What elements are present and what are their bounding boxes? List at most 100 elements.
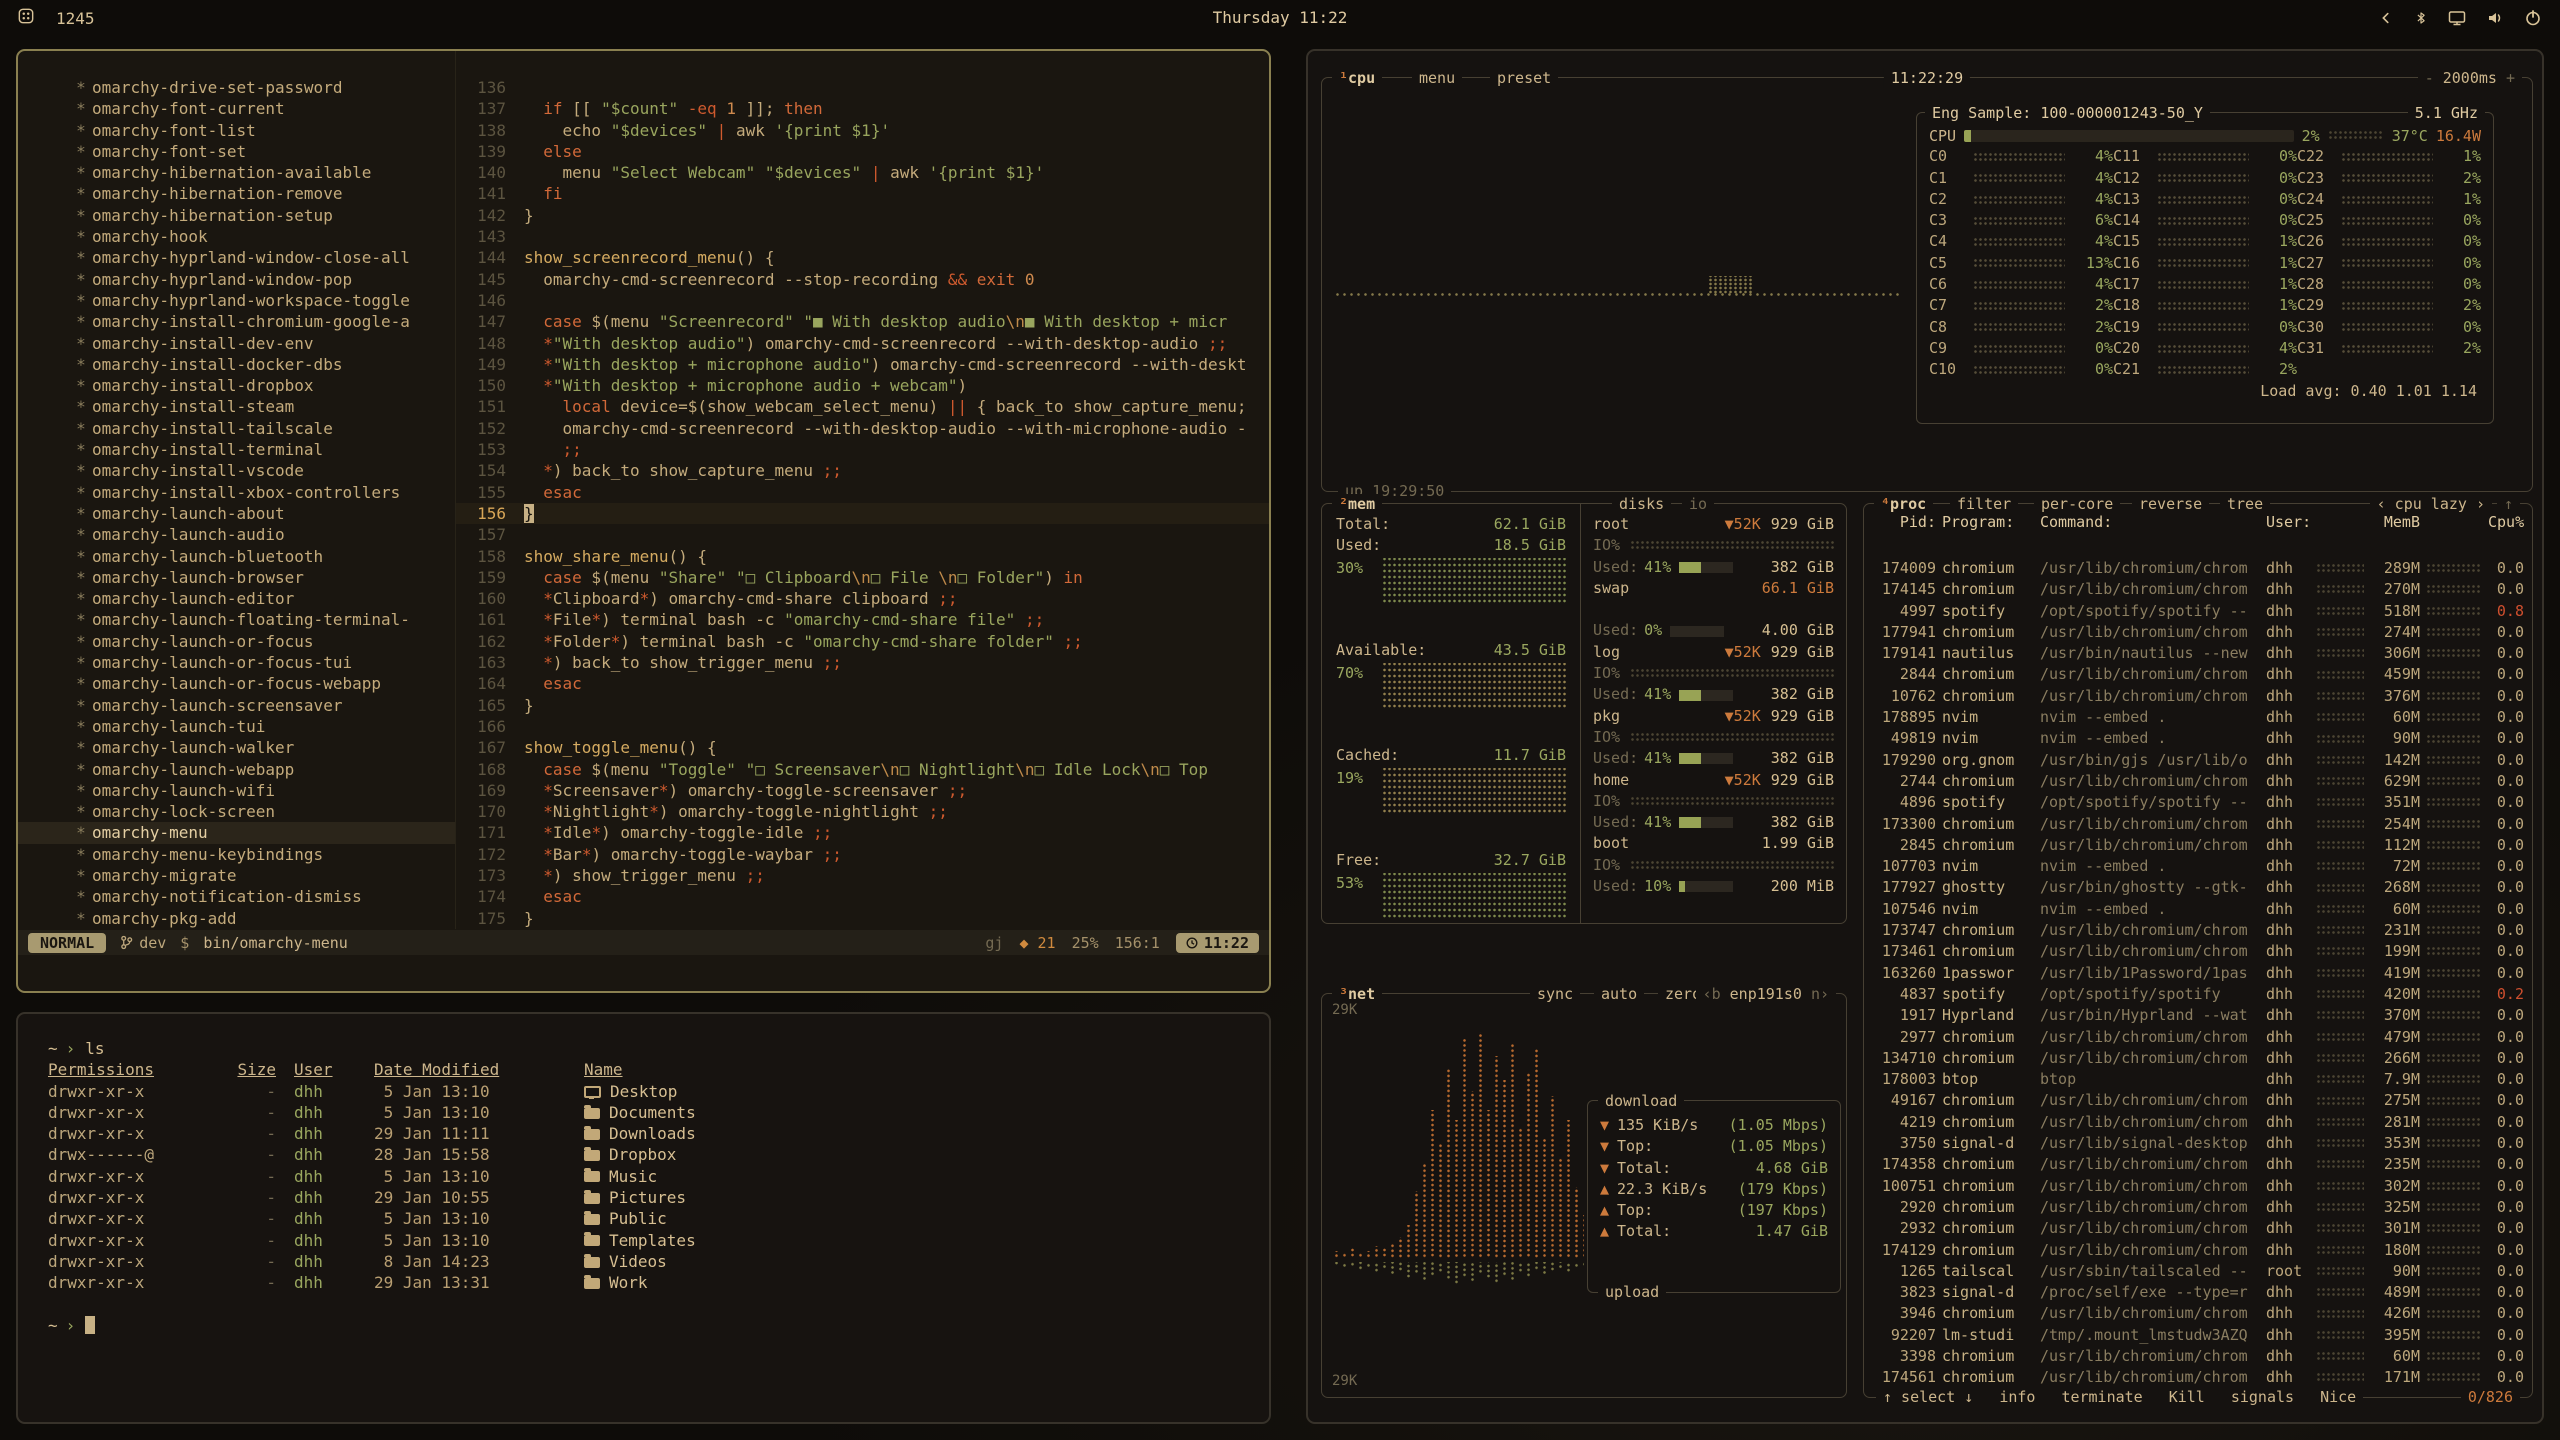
process-row[interactable]: 174145 chromium /usr/lib/chromium/chrom … bbox=[1864, 579, 2532, 600]
interface-switcher[interactable]: ‹b enp191s0 n› bbox=[1696, 984, 1836, 1004]
process-row[interactable]: 178003 btop btop dhh 7.9M 0.0 bbox=[1864, 1069, 2532, 1090]
user-header[interactable]: User: bbox=[2266, 512, 2310, 533]
file-list-item[interactable]: * omarchy-hook bbox=[18, 226, 455, 247]
code-line[interactable]: 174 esac bbox=[456, 886, 1269, 907]
sync-button[interactable]: sync bbox=[1530, 984, 1580, 1004]
process-row[interactable]: 174561 chromium /usr/lib/chromium/chrom … bbox=[1864, 1367, 2532, 1388]
refresh-minus-button[interactable]: - bbox=[2425, 69, 2434, 87]
proc-footer-button[interactable]: Kill bbox=[2169, 1387, 2205, 1407]
file-list-item[interactable]: * omarchy-hyprland-workspace-toggle bbox=[18, 290, 455, 311]
code-line[interactable]: 171 *Idle*) omarchy-toggle-idle ;; bbox=[456, 822, 1269, 843]
cpu-header[interactable]: Cpu% bbox=[2488, 512, 2524, 533]
file-list-item[interactable]: * omarchy-install-xbox-controllers bbox=[18, 482, 455, 503]
file-list-item[interactable]: * omarchy-install-docker-dbs bbox=[18, 354, 455, 375]
process-row[interactable]: 2845 chromium /usr/lib/chromium/chrom dh… bbox=[1864, 835, 2532, 856]
file-list-item[interactable]: * omarchy-hyprland-window-close-all bbox=[18, 247, 455, 268]
file-list-item[interactable]: * omarchy-migrate bbox=[18, 865, 455, 886]
file-list-item[interactable]: * omarchy-install-dropbox bbox=[18, 375, 455, 396]
code-line[interactable]: 161 *File*) terminal bash -c "omarchy-cm… bbox=[456, 609, 1269, 630]
code-line[interactable]: 163 *) back_to show_trigger_menu ;; bbox=[456, 652, 1269, 673]
code-line[interactable]: 140 menu "Select Webcam" "$devices" | aw… bbox=[456, 162, 1269, 183]
file-list-item[interactable]: * omarchy-install-tailscale bbox=[18, 418, 455, 439]
process-row[interactable]: 179141 nautilus /usr/bin/nautilus --new … bbox=[1864, 643, 2532, 664]
process-row[interactable]: 177927 ghostty /usr/bin/ghostty --gtk- d… bbox=[1864, 877, 2532, 898]
file-list-item[interactable]: * omarchy-menu bbox=[18, 822, 455, 843]
file-list-item[interactable]: * omarchy-launch-webapp bbox=[18, 759, 455, 780]
code-line[interactable]: 170 *Nightlight*) omarchy-toggle-nightli… bbox=[456, 801, 1269, 822]
file-list-item[interactable]: * omarchy-launch-editor bbox=[18, 588, 455, 609]
process-row[interactable]: 107546 nvim nvim --embed . dhh 60M 0.0 bbox=[1864, 899, 2532, 920]
file-list-item[interactable]: * omarchy-menu-keybindings bbox=[18, 844, 455, 865]
mem-header[interactable]: MemB bbox=[2370, 512, 2420, 533]
refresh-plus-button[interactable]: + bbox=[2506, 69, 2515, 87]
code-line[interactable]: 138 echo "$devices" | awk '{print $1}' bbox=[456, 120, 1269, 141]
code-line[interactable]: 148 *"With desktop audio") omarchy-cmd-s… bbox=[456, 333, 1269, 354]
code-line[interactable]: 168 case $(menu "Toggle" "□ Screensaver\… bbox=[456, 759, 1269, 780]
code-line[interactable]: 155 esac bbox=[456, 482, 1269, 503]
launcher-icon[interactable] bbox=[18, 8, 34, 28]
process-row[interactable]: 49167 chromium /usr/lib/chromium/chrom d… bbox=[1864, 1090, 2532, 1111]
file-list-item[interactable]: * omarchy-font-current bbox=[18, 98, 455, 119]
file-list-item[interactable]: * omarchy-launch-wifi bbox=[18, 780, 455, 801]
code-line[interactable]: 150 *"With desktop + microphone audio + … bbox=[456, 375, 1269, 396]
code-line[interactable]: 162 *Folder*) terminal bash -c "omarchy-… bbox=[456, 631, 1269, 652]
proc-footer-button[interactable]: ↑ select ↓ bbox=[1883, 1387, 1973, 1407]
file-list-item[interactable]: * omarchy-launch-or-focus-tui bbox=[18, 652, 455, 673]
file-explorer-pane[interactable]: * omarchy-drive-set-password * omarchy-f… bbox=[18, 51, 456, 929]
code-line[interactable]: 142 } bbox=[456, 205, 1269, 226]
reverse-button[interactable]: reverse bbox=[2132, 494, 2209, 514]
process-row[interactable]: 3398 chromium /usr/lib/chromium/chrom dh… bbox=[1864, 1346, 2532, 1367]
power-icon[interactable] bbox=[2524, 9, 2542, 27]
code-line[interactable]: 149 *"With desktop + microphone audio") … bbox=[456, 354, 1269, 375]
tree-button[interactable]: tree bbox=[2220, 494, 2270, 514]
file-list-item[interactable]: * omarchy-notification-dismiss bbox=[18, 886, 455, 907]
file-list-item[interactable]: * omarchy-launch-tui bbox=[18, 716, 455, 737]
process-row[interactable]: 3750 signal-d /usr/lib/signal-desktop dh… bbox=[1864, 1133, 2532, 1154]
process-row[interactable]: 179290 org.gnom /usr/bin/gjs /usr/lib/o … bbox=[1864, 750, 2532, 771]
file-list-item[interactable]: * omarchy-drive-set-password bbox=[18, 77, 455, 98]
terminal-window[interactable]: ~›ls Permissions Size User Date Modified… bbox=[16, 1012, 1271, 1424]
display-icon[interactable] bbox=[2448, 9, 2466, 27]
file-list-item[interactable]: * omarchy-font-list bbox=[18, 120, 455, 141]
file-list-item[interactable]: * omarchy-install-dev-env bbox=[18, 333, 455, 354]
code-line[interactable]: 165 } bbox=[456, 695, 1269, 716]
net-box-title[interactable]: ³net bbox=[1332, 984, 1382, 1004]
code-line[interactable]: 173 *) show_trigger_menu ;; bbox=[456, 865, 1269, 886]
file-list-item[interactable]: * omarchy-pkg-add bbox=[18, 908, 455, 929]
process-row[interactable]: 3823 signal-d /proc/self/exe --type=r dh… bbox=[1864, 1282, 2532, 1303]
code-line[interactable]: 137 if [[ "$count" -eq 1 ]]; then bbox=[456, 98, 1269, 119]
process-row[interactable]: 173461 chromium /usr/lib/chromium/chrom … bbox=[1864, 941, 2532, 962]
proc-footer-button[interactable]: signals bbox=[2231, 1387, 2294, 1407]
workspace-button[interactable]: 1 bbox=[56, 9, 66, 28]
code-line[interactable]: 143 bbox=[456, 226, 1269, 247]
process-row[interactable]: 4837 spotify /opt/spotify/spotify dhh 42… bbox=[1864, 984, 2532, 1005]
file-list-item[interactable]: * omarchy-install-terminal bbox=[18, 439, 455, 460]
process-row[interactable]: 4896 spotify /opt/spotify/spotify -- dhh… bbox=[1864, 792, 2532, 813]
code-line[interactable]: 156 } bbox=[456, 503, 1269, 524]
proc-footer-button[interactable]: terminate bbox=[2061, 1387, 2142, 1407]
pid-header[interactable]: Pid: bbox=[1874, 512, 1936, 533]
process-row[interactable]: 2920 chromium /usr/lib/chromium/chrom dh… bbox=[1864, 1197, 2532, 1218]
command-header[interactable]: Command: bbox=[2040, 512, 2260, 533]
code-line[interactable]: 136 bbox=[456, 77, 1269, 98]
file-list-item[interactable]: * omarchy-launch-or-focus bbox=[18, 631, 455, 652]
file-list-item[interactable]: * omarchy-hibernation-remove bbox=[18, 183, 455, 204]
process-row[interactable]: 4219 chromium /usr/lib/chromium/chrom dh… bbox=[1864, 1112, 2532, 1133]
process-row[interactable]: 173300 chromium /usr/lib/chromium/chrom … bbox=[1864, 814, 2532, 835]
filter-button[interactable]: filter bbox=[1950, 494, 2018, 514]
process-row[interactable]: 174009 chromium /usr/lib/chromium/chrom … bbox=[1864, 558, 2532, 579]
file-list-item[interactable]: * omarchy-launch-floating-terminal- bbox=[18, 609, 455, 630]
proc-footer-button[interactable]: Nice bbox=[2320, 1387, 2356, 1407]
code-line[interactable]: 144 show_screenrecord_menu() { bbox=[456, 247, 1269, 268]
code-line[interactable]: 145 omarchy-cmd-screenrecord --stop-reco… bbox=[456, 269, 1269, 290]
code-line[interactable]: 172 *Bar*) omarchy-toggle-waybar ;; bbox=[456, 844, 1269, 865]
process-row[interactable]: 107703 nvim nvim --embed . dhh 72M 0.0 bbox=[1864, 856, 2532, 877]
process-row[interactable]: 1917 Hyprland /usr/bin/Hyprland --wat dh… bbox=[1864, 1005, 2532, 1026]
workspace-button[interactable]: 5 bbox=[85, 9, 95, 28]
code-line[interactable]: 147 case $(menu "Screenrecord" "■ With d… bbox=[456, 311, 1269, 332]
file-list-item[interactable]: * omarchy-launch-screensaver bbox=[18, 695, 455, 716]
process-row[interactable]: 92207 lm-studi /tmp/.mount_lmstudw3AZQ d… bbox=[1864, 1325, 2532, 1346]
code-line[interactable]: 175 } bbox=[456, 908, 1269, 929]
program-header[interactable]: Program: bbox=[1942, 512, 2034, 533]
code-line[interactable]: 146 bbox=[456, 290, 1269, 311]
